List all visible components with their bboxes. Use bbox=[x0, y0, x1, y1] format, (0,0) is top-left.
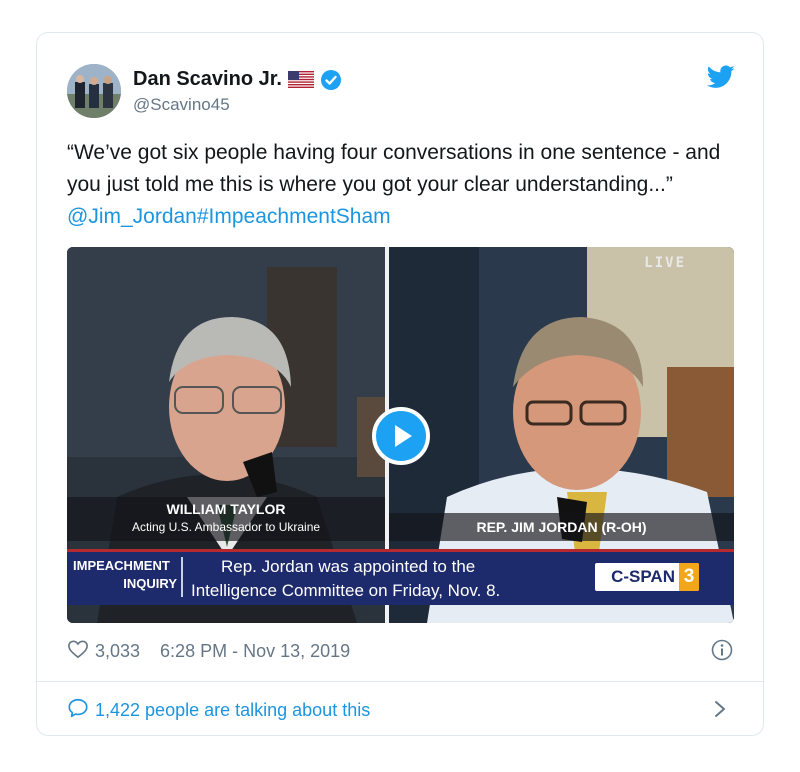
banner-line2: Intelligence Committee on Friday, Nov. 8… bbox=[191, 581, 501, 600]
conversation-link[interactable]: 1,422 people are talking about this bbox=[67, 697, 370, 724]
author-name[interactable]: Dan Scavino Jr. bbox=[133, 68, 282, 91]
tweet-text: “We’ve got six people having four conver… bbox=[67, 137, 747, 233]
left-speaker-title: Acting U.S. Ambassador to Ukraine bbox=[131, 520, 321, 534]
verified-badge-icon bbox=[320, 69, 342, 91]
tweet-body: “We’ve got six people having four conver… bbox=[67, 141, 721, 196]
banner-text: Rep. Jordan was appointed to the Intelli… bbox=[191, 555, 591, 603]
banner-top-stripe bbox=[67, 549, 734, 552]
hashtag-link[interactable]: #ImpeachmentSham bbox=[197, 205, 391, 228]
conversation-count[interactable]: 1,422 people are talking about this bbox=[95, 700, 370, 721]
banner-tag-line2: INQUIRY bbox=[123, 576, 177, 591]
chevron-right-icon[interactable] bbox=[713, 699, 727, 719]
info-icon[interactable] bbox=[711, 639, 733, 661]
video-player[interactable]: LIVE WILLIAM TAYLOR Acting U.S. Ambassad… bbox=[67, 247, 734, 623]
heart-icon[interactable] bbox=[67, 639, 89, 664]
banner-line1: Rep. Jordan was appointed to the bbox=[221, 557, 476, 576]
live-badge: LIVE bbox=[644, 255, 686, 271]
play-button[interactable] bbox=[372, 407, 430, 465]
mention-link[interactable]: @Jim_Jordan bbox=[67, 205, 197, 228]
news-banner: IMPEACHMENT INQUIRY Rep. Jordan was appo… bbox=[67, 549, 734, 605]
banner-tag-line1: IMPEACHMENT bbox=[73, 558, 170, 573]
cspan-channel-number: 3 bbox=[679, 563, 699, 591]
twitter-bird-icon[interactable] bbox=[706, 65, 735, 89]
lower-third-left: WILLIAM TAYLOR Acting U.S. Ambassador to… bbox=[67, 497, 385, 541]
divider bbox=[37, 681, 763, 682]
tweet-card: Dan Scavino Jr. @Scavino45 “We’ve got si… bbox=[36, 32, 764, 736]
cspan-logo: C-SPAN 3 bbox=[595, 563, 699, 591]
banner-tag: IMPEACHMENT INQUIRY bbox=[73, 557, 183, 597]
speech-bubble-icon bbox=[67, 697, 89, 724]
lower-third-right: REP. JIM JORDAN (R-OH) bbox=[389, 513, 734, 541]
play-icon bbox=[395, 425, 412, 447]
cspan-logo-text: C-SPAN bbox=[611, 567, 675, 586]
timestamp[interactable]: 6:28 PM - Nov 13, 2019 bbox=[160, 641, 350, 662]
avatar[interactable] bbox=[67, 64, 121, 118]
like-count[interactable]: 3,033 bbox=[95, 641, 140, 662]
author-row: Dan Scavino Jr. bbox=[133, 68, 342, 91]
us-flag-icon bbox=[287, 71, 314, 88]
right-speaker-name: REP. JIM JORDAN (R-OH) bbox=[476, 519, 647, 535]
left-speaker-name: WILLIAM TAYLOR bbox=[166, 501, 286, 517]
tweet-meta: 3,033 6:28 PM - Nov 13, 2019 bbox=[67, 639, 350, 664]
author-handle[interactable]: @Scavino45 bbox=[133, 95, 230, 115]
